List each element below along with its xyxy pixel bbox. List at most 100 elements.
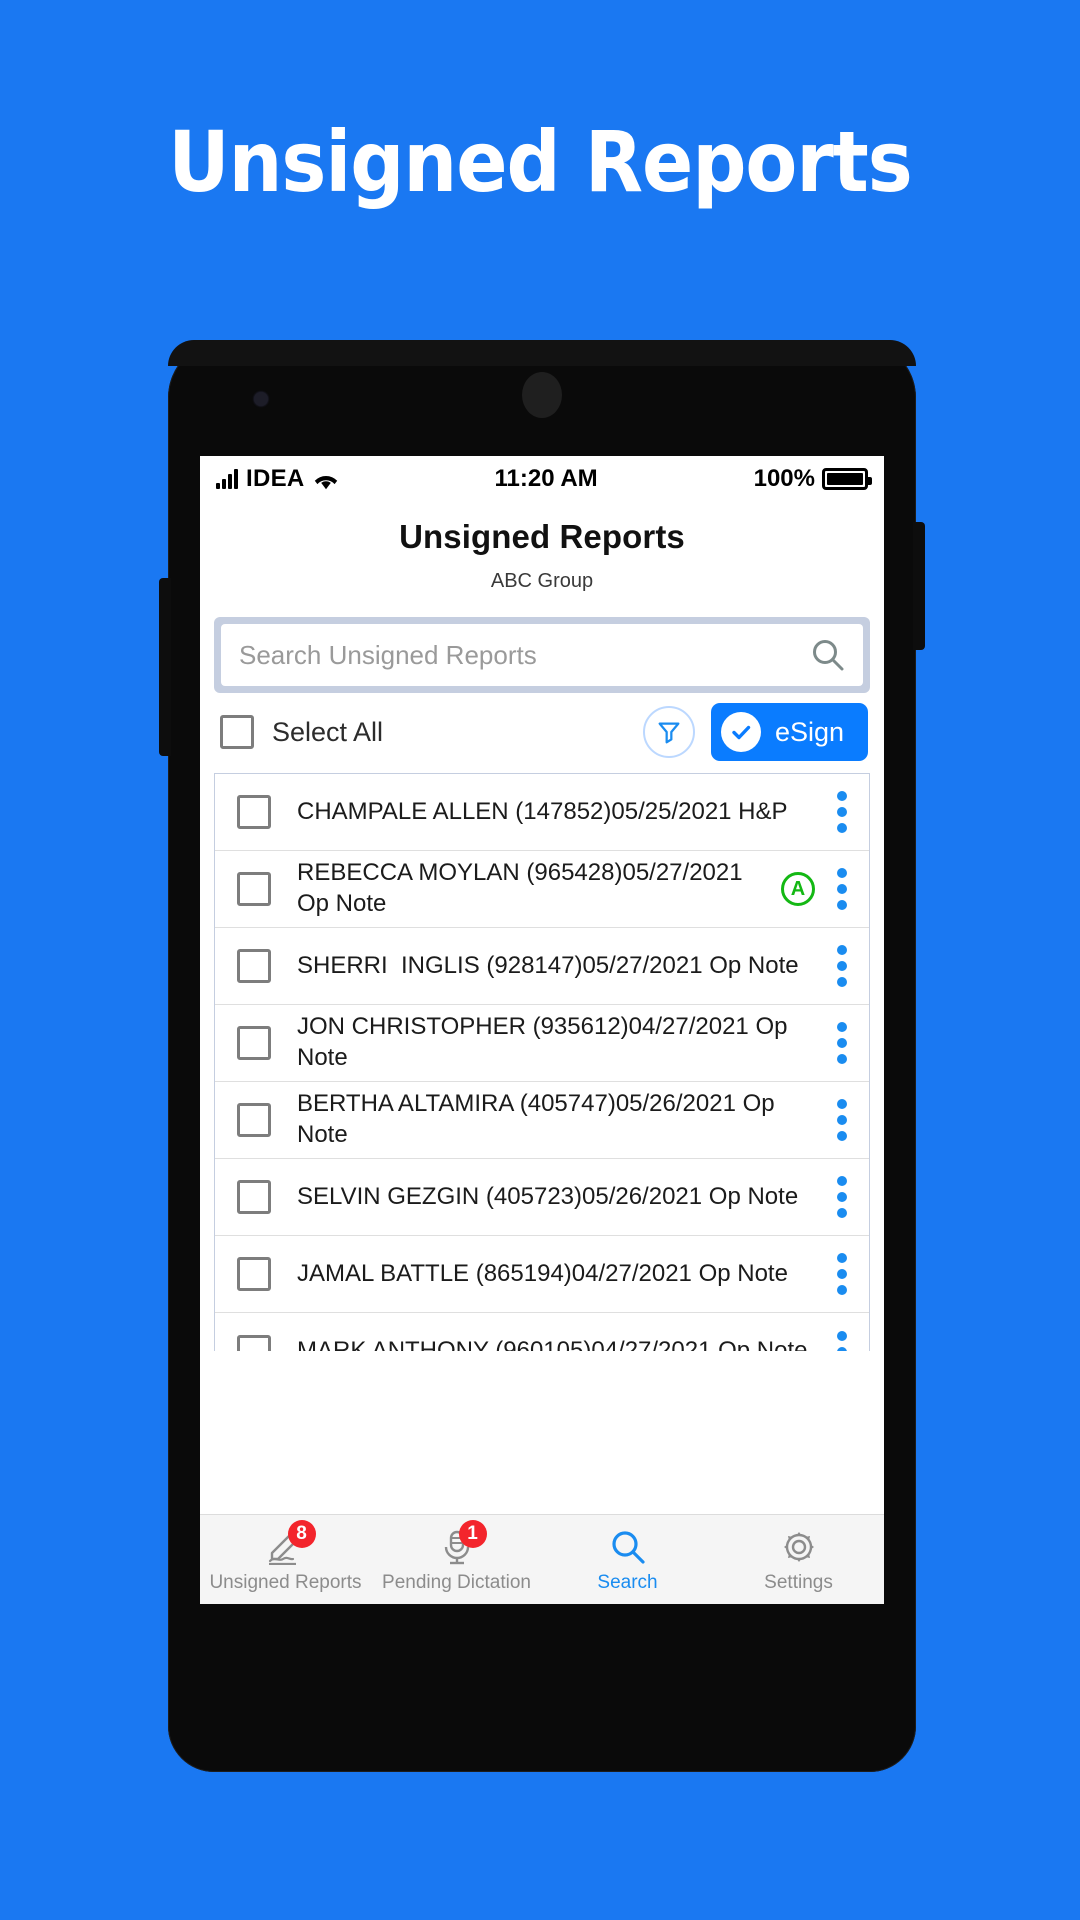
row-actions: A bbox=[781, 862, 857, 916]
search-tray bbox=[214, 617, 870, 693]
table-row[interactable]: CHAMPALE ALLEN (147852)05/25/2021 H&P bbox=[215, 774, 869, 851]
row-actions bbox=[827, 785, 857, 839]
tab-label: Search bbox=[597, 1571, 658, 1593]
row-checkbox[interactable] bbox=[237, 872, 271, 906]
report-meta: 05/25/2021 H&P bbox=[611, 797, 788, 825]
earpiece-speaker bbox=[522, 372, 562, 418]
table-row[interactable]: JON CHRISTOPHER (935612)04/27/2021 Op No… bbox=[215, 1005, 869, 1082]
phone-screen: IDEA 11:20 AM 100% Unsigned Reports ABC … bbox=[200, 456, 884, 1604]
row-text: MARK ANTHONY (960105)04/27/2021 Op Note bbox=[297, 1336, 827, 1351]
row-text: CHAMPALE ALLEN (147852)05/25/2021 H&P bbox=[297, 797, 827, 828]
table-row[interactable]: SHERRI INGLIS (928147)05/27/2021 Op Note bbox=[215, 928, 869, 1005]
app-header: Unsigned Reports ABC Group bbox=[200, 502, 884, 603]
check-circle-icon bbox=[720, 712, 761, 752]
row-checkbox[interactable] bbox=[237, 795, 271, 829]
row-actions bbox=[827, 1093, 857, 1147]
patient-name: BERTHA ALTAMIRA (405747) bbox=[297, 1090, 616, 1118]
esign-button[interactable]: eSign bbox=[710, 703, 868, 761]
report-meta: 05/27/2021 Op Note bbox=[582, 951, 799, 979]
tab-label: Unsigned Reports bbox=[209, 1571, 362, 1593]
report-list[interactable]: CHAMPALE ALLEN (147852)05/25/2021 H&P REB… bbox=[214, 773, 870, 1351]
table-row[interactable]: BERTHA ALTAMIRA (405747)05/26/2021 Op No… bbox=[215, 1082, 869, 1159]
bottom-tab-bar[interactable]: 8 Unsigned Reports 1 Pending Dictation Searc… bbox=[200, 1514, 884, 1604]
clock-label: 11:20 AM bbox=[494, 465, 598, 492]
report-meta: 04/27/2021 Op Note bbox=[591, 1337, 808, 1351]
row-text: JAMAL BATTLE (865194)04/27/2021 Op Note bbox=[297, 1259, 827, 1290]
status-bar: IDEA 11:20 AM 100% bbox=[200, 456, 884, 502]
status-bar-right: 100% bbox=[753, 465, 872, 493]
group-subtitle: ABC Group bbox=[490, 570, 594, 592]
list-toolbar: Select All eSign bbox=[200, 693, 884, 773]
more-options-icon[interactable] bbox=[827, 1016, 857, 1070]
tab-settings[interactable]: Settings bbox=[713, 1526, 884, 1594]
report-meta: 04/27/2021 Op Note bbox=[571, 1259, 788, 1287]
select-all-label[interactable]: Select All bbox=[272, 717, 383, 748]
search-input[interactable] bbox=[239, 639, 811, 671]
select-all-checkbox[interactable] bbox=[220, 715, 254, 749]
power-button[interactable] bbox=[913, 522, 925, 650]
microphone-icon: 1 bbox=[433, 1519, 487, 1568]
phone-bezel-top bbox=[168, 340, 916, 366]
row-checkbox[interactable] bbox=[237, 1257, 271, 1291]
phone-frame: IDEA 11:20 AM 100% Unsigned Reports ABC … bbox=[159, 340, 925, 1772]
row-text: REBECCA MOYLAN (965428)05/27/2021 Op Not… bbox=[297, 858, 781, 919]
search-icon bbox=[604, 1526, 652, 1568]
tab-label: Pending Dictation bbox=[382, 1571, 531, 1593]
page-title: Unsigned Reports bbox=[399, 518, 685, 555]
search-box[interactable] bbox=[221, 624, 863, 686]
tab-label: Settings bbox=[764, 1571, 833, 1593]
table-row[interactable]: JAMAL BATTLE (865194)04/27/2021 Op Note bbox=[215, 1236, 869, 1313]
row-text: JON CHRISTOPHER (935612)04/27/2021 Op No… bbox=[297, 1012, 827, 1073]
status-badge: A bbox=[781, 872, 815, 906]
row-text: BERTHA ALTAMIRA (405747)05/26/2021 Op No… bbox=[297, 1089, 827, 1150]
tab-pending-dictation[interactable]: 1 Pending Dictation bbox=[371, 1519, 542, 1594]
patient-name: MARK ANTHONY (960105) bbox=[297, 1337, 592, 1351]
gear-icon bbox=[775, 1526, 823, 1568]
more-options-icon[interactable] bbox=[827, 1093, 857, 1147]
row-actions bbox=[827, 1170, 857, 1224]
filter-funnel-icon[interactable] bbox=[642, 706, 695, 758]
carrier-label: IDEA bbox=[246, 465, 305, 492]
patient-name: JON CHRISTOPHER (935612) bbox=[297, 1013, 629, 1041]
table-row[interactable]: SELVIN GEZGIN (405723)05/26/2021 Op Note bbox=[215, 1159, 869, 1236]
patient-name: SELVIN GEZGIN (405723) bbox=[297, 1182, 582, 1210]
row-checkbox[interactable] bbox=[237, 1103, 271, 1137]
more-options-icon[interactable] bbox=[827, 1170, 857, 1224]
signature-pen-icon: 8 bbox=[262, 1519, 316, 1568]
patient-name: CHAMPALE ALLEN (147852) bbox=[297, 797, 612, 825]
tab-search[interactable]: Search bbox=[542, 1526, 713, 1594]
notification-badge: 1 bbox=[458, 1519, 487, 1548]
esign-label: eSign bbox=[774, 716, 844, 747]
front-camera-icon bbox=[254, 392, 268, 406]
battery-percent-label: 100% bbox=[753, 465, 815, 492]
volume-button[interactable] bbox=[159, 578, 171, 756]
status-bar-left: IDEA bbox=[216, 465, 339, 493]
promo-title: Unsigned Reports bbox=[168, 113, 913, 211]
more-options-icon[interactable] bbox=[827, 785, 857, 839]
row-actions bbox=[827, 939, 857, 993]
more-options-icon[interactable] bbox=[827, 1247, 857, 1301]
row-text: SHERRI INGLIS (928147)05/27/2021 Op Note bbox=[297, 951, 827, 982]
row-actions bbox=[827, 1325, 857, 1351]
more-options-icon[interactable] bbox=[827, 862, 857, 916]
table-row[interactable]: MARK ANTHONY (960105)04/27/2021 Op Note bbox=[215, 1313, 869, 1351]
more-options-icon[interactable] bbox=[827, 939, 857, 993]
notification-badge: 8 bbox=[287, 1519, 316, 1548]
patient-name: SHERRI INGLIS (928147) bbox=[297, 951, 583, 979]
report-meta: 05/26/2021 Op Note bbox=[582, 1182, 799, 1210]
signal-bars-icon bbox=[216, 469, 238, 489]
row-actions bbox=[827, 1016, 857, 1070]
row-checkbox[interactable] bbox=[237, 1180, 271, 1214]
row-checkbox[interactable] bbox=[237, 1026, 271, 1060]
tab-unsigned-reports[interactable]: 8 Unsigned Reports bbox=[200, 1519, 371, 1594]
patient-name: REBECCA MOYLAN (965428) bbox=[297, 859, 623, 887]
search-icon[interactable] bbox=[811, 638, 845, 672]
table-row[interactable]: REBECCA MOYLAN (965428)05/27/2021 Op Not… bbox=[215, 851, 869, 928]
row-checkbox[interactable] bbox=[237, 949, 271, 983]
row-text: SELVIN GEZGIN (405723)05/26/2021 Op Note bbox=[297, 1182, 827, 1213]
more-options-icon[interactable] bbox=[827, 1325, 857, 1351]
row-checkbox[interactable] bbox=[237, 1334, 271, 1351]
battery-full-icon bbox=[822, 468, 872, 490]
row-actions bbox=[827, 1247, 857, 1301]
wifi-icon bbox=[313, 469, 339, 490]
